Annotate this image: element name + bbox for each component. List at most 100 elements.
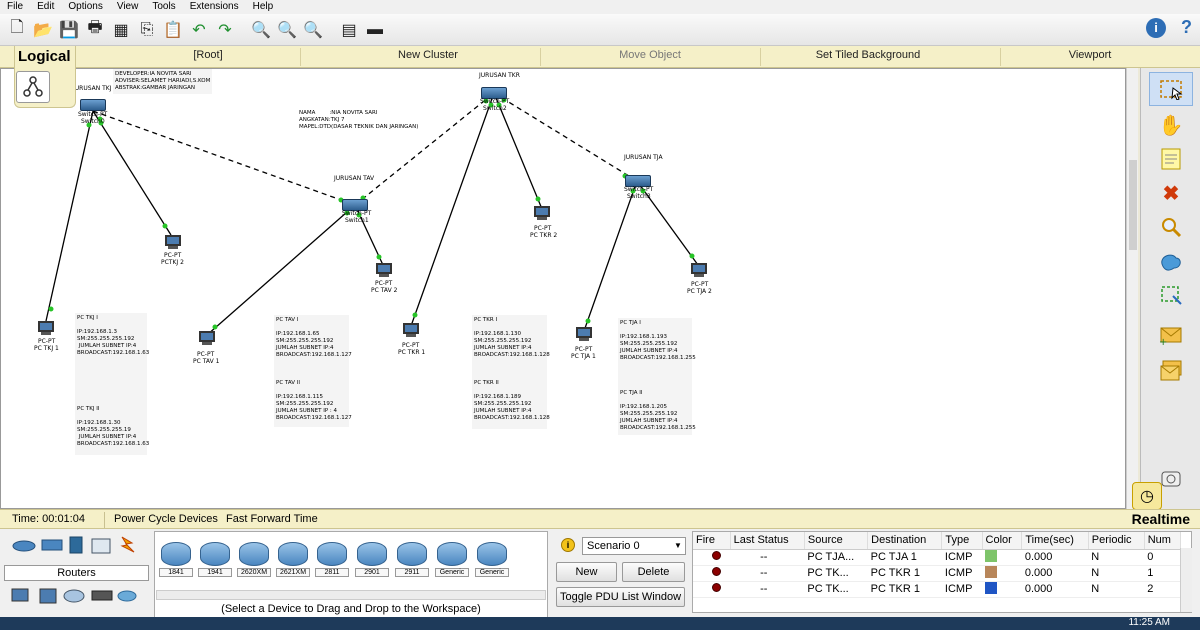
menu-extensions[interactable]: Extensions	[183, 0, 246, 14]
custom-device-icon[interactable]: ▬	[364, 19, 386, 41]
switches-category-icon[interactable]	[41, 539, 63, 551]
menu-options[interactable]: Options	[61, 0, 109, 14]
add-simple-pdu-icon[interactable]: +	[1149, 318, 1193, 352]
column-header[interactable]: Color	[982, 532, 1023, 550]
column-header[interactable]: Last Status	[730, 532, 805, 550]
column-header[interactable]: Num	[1144, 532, 1182, 550]
wireless-category-icon[interactable]	[91, 538, 111, 554]
chevron-down-icon[interactable]: ▼	[674, 541, 682, 550]
redo-icon[interactable]: ↷	[214, 19, 236, 41]
logical-workspace[interactable]: DEVELOPER:IA NOVITA SARI ADVISER:SELAMET…	[0, 68, 1126, 509]
pc-tja-1[interactable]	[576, 327, 594, 343]
scrollbar-thumb[interactable]	[1129, 160, 1137, 250]
pc-tkj-1[interactable]	[38, 321, 56, 337]
end-devices-category-icon[interactable]	[11, 588, 29, 602]
pc-tkr-1[interactable]	[403, 323, 421, 339]
scenario-info-icon[interactable]: i	[561, 538, 575, 552]
color-swatch	[985, 565, 998, 578]
undo-icon[interactable]: ↶	[188, 19, 210, 41]
copy-icon[interactable]: ⎘	[136, 19, 158, 41]
save-icon[interactable]: 💾	[58, 19, 80, 41]
fire-cell[interactable]	[693, 549, 731, 566]
connections-category-icon[interactable]	[120, 536, 135, 553]
zoom-reset-icon[interactable]: 🔍	[276, 19, 298, 41]
set-tiled-background-button[interactable]: Set Tiled Background	[800, 49, 936, 61]
note-tool-icon[interactable]	[1149, 142, 1193, 176]
table-row[interactable]: -- PC TJA... PC TJA 1 ICMP 0.000 N 0	[693, 549, 1181, 566]
device-generic-1[interactable]: Generic	[435, 542, 469, 577]
column-header[interactable]: Destination	[867, 532, 943, 550]
fast-forward-time-button[interactable]: Fast Forward Time	[226, 513, 318, 525]
wan-emulation-category-icon[interactable]	[63, 589, 85, 603]
realtime-clock-icon[interactable]: ◷	[1132, 482, 1162, 510]
pc-tkr-2[interactable]	[534, 206, 552, 222]
device-generic-2[interactable]: Generic	[475, 542, 509, 577]
move-object-button[interactable]: Move Object	[604, 49, 696, 61]
resize-shape-tool-icon[interactable]	[1149, 278, 1193, 312]
draw-shape-tool-icon[interactable]	[1149, 244, 1193, 278]
device-1941[interactable]: 1941	[198, 542, 232, 577]
new-cluster-button[interactable]: New Cluster	[380, 49, 476, 61]
add-complex-pdu-icon[interactable]	[1149, 354, 1193, 388]
zoom-in-icon[interactable]: 🔍	[250, 19, 272, 41]
menu-tools[interactable]: Tools	[145, 0, 182, 14]
realtime-mode-label[interactable]: Realtime	[1132, 511, 1190, 527]
toggle-pdu-list-button[interactable]: Toggle PDU List Window	[556, 587, 685, 607]
device-2911[interactable]: 2911	[395, 542, 429, 577]
table-row[interactable]: -- PC TK... PC TKR 1 ICMP 0.000 N 1	[693, 565, 1181, 582]
fire-icon[interactable]	[712, 551, 721, 560]
pc-tja-2[interactable]	[691, 263, 709, 279]
viewport-button[interactable]: Viewport	[1060, 49, 1120, 61]
menu-view[interactable]: View	[110, 0, 146, 14]
new-scenario-button[interactable]: New	[556, 562, 617, 582]
help-icon[interactable]: ?	[1181, 17, 1192, 38]
hand-tool-icon[interactable]: ✋	[1149, 108, 1193, 142]
menu-help[interactable]: Help	[246, 0, 281, 14]
security-category-icon[interactable]	[39, 588, 57, 604]
fire-cell[interactable]	[693, 565, 731, 582]
fire-icon[interactable]	[712, 583, 721, 592]
routers-category-icon[interactable]	[12, 540, 36, 552]
workspace-scrollbar[interactable]	[1126, 68, 1138, 509]
info-icon[interactable]: i	[1146, 18, 1166, 38]
pdu-list-scrollbar[interactable]	[1180, 548, 1192, 612]
power-cycle-devices-button[interactable]: Power Cycle Devices	[114, 513, 218, 525]
zoom-out-icon[interactable]: 🔍	[302, 19, 324, 41]
menu-file[interactable]: File	[0, 0, 30, 14]
device-list-scrollbar[interactable]	[156, 590, 546, 600]
palette-icon[interactable]: ▤	[338, 19, 360, 41]
inspect-tool-icon[interactable]	[1149, 210, 1193, 244]
delete-scenario-button[interactable]: Delete	[622, 562, 685, 582]
device-2901[interactable]: 2901	[355, 542, 389, 577]
switch-tkj[interactable]	[80, 99, 106, 111]
pc-tav-1[interactable]	[199, 331, 217, 347]
paste-icon[interactable]: 📋	[162, 19, 184, 41]
column-header[interactable]: Periodic	[1088, 532, 1145, 550]
new-icon[interactable]: 🗋	[6, 19, 28, 41]
column-header[interactable]: Time(sec)	[1021, 532, 1089, 550]
open-icon[interactable]: 📂	[32, 19, 54, 41]
select-tool-icon[interactable]	[1149, 72, 1193, 106]
custom-devices-category-icon[interactable]	[91, 590, 113, 601]
pc-tkj-2[interactable]	[165, 235, 183, 251]
device-2811[interactable]: 2811	[315, 542, 349, 577]
fire-icon[interactable]	[712, 567, 721, 576]
table-row[interactable]: -- PC TK... PC TKR 1 ICMP 0.000 N 2	[693, 581, 1181, 598]
hubs-category-icon[interactable]	[69, 536, 83, 554]
menu-edit[interactable]: Edit	[30, 0, 61, 14]
root-link[interactable]: [Root]	[186, 49, 230, 61]
activity-wizard-icon[interactable]: ▦	[110, 19, 132, 41]
column-header[interactable]: Fire	[693, 532, 731, 550]
fire-cell[interactable]	[693, 581, 731, 598]
multiuser-category-icon[interactable]	[117, 590, 137, 602]
device-2620xm[interactable]: 2620XM	[237, 542, 271, 577]
logical-view-icon[interactable]	[16, 71, 50, 103]
device-1841[interactable]: 1841	[159, 542, 193, 577]
column-header[interactable]: Source	[804, 532, 869, 550]
column-header[interactable]: Type	[941, 532, 983, 550]
scenario-select[interactable]: Scenario 0	[582, 537, 686, 555]
print-icon[interactable]: 🖶	[84, 19, 106, 41]
device-2621xm[interactable]: 2621XM	[276, 542, 310, 577]
delete-tool-icon[interactable]: ✖	[1149, 176, 1193, 210]
pc-tav-2[interactable]	[376, 263, 394, 279]
